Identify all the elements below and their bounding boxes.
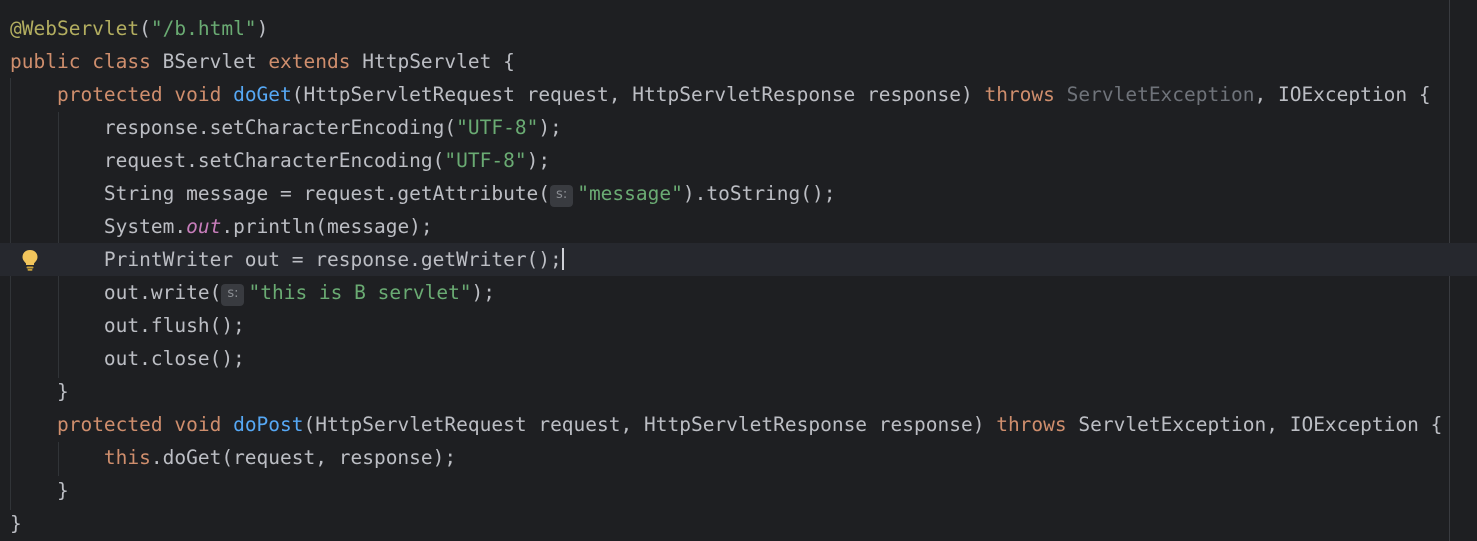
code-token: throws bbox=[996, 413, 1079, 436]
code-editor[interactable]: @WebServlet("/b.html") public class BServ… bbox=[0, 0, 1477, 541]
code-token: , IOException { bbox=[1254, 83, 1431, 106]
code-token: } bbox=[10, 380, 69, 403]
code-token: extends bbox=[268, 50, 363, 73]
code-token: "/b.html" bbox=[150, 17, 257, 40]
code-token: out.flush(); bbox=[10, 314, 245, 337]
code-token: ServletException bbox=[1066, 83, 1255, 106]
code-token: BServlet bbox=[162, 50, 269, 73]
code-token: protected bbox=[56, 413, 175, 436]
code-token: HttpServlet { bbox=[362, 50, 515, 73]
code-token: ); bbox=[471, 281, 496, 304]
parameter-hint: s: bbox=[550, 185, 574, 207]
code-token: ); bbox=[538, 116, 562, 139]
code-line[interactable]: } bbox=[0, 507, 22, 540]
code-token: public bbox=[10, 50, 93, 73]
code-token: } bbox=[10, 512, 22, 535]
code-token: (HttpServletRequest request, HttpServlet… bbox=[291, 83, 985, 106]
code-token: out.write( bbox=[10, 281, 222, 304]
code-token: ).toString(); bbox=[682, 182, 836, 205]
code-line[interactable]: out.close(); bbox=[0, 342, 245, 375]
code-line[interactable]: request.setCharacterEncoding("UTF-8"); bbox=[0, 144, 550, 177]
code-line[interactable]: @WebServlet("/b.html") bbox=[0, 12, 268, 45]
code-line-current[interactable]: PrintWriter out = response.getWriter(); bbox=[0, 243, 1477, 276]
code-token: class bbox=[92, 50, 163, 73]
lightbulb-icon[interactable] bbox=[20, 248, 40, 272]
code-line[interactable]: protected void doPost(HttpServletRequest… bbox=[0, 408, 1442, 441]
code-token: this bbox=[103, 446, 151, 469]
code-token: doPost bbox=[233, 413, 304, 436]
code-token: "this is B servlet" bbox=[248, 281, 472, 304]
code-line[interactable]: public class BServlet extends HttpServle… bbox=[0, 45, 515, 78]
text-caret bbox=[561, 248, 564, 270]
code-token: request.setCharacterEncoding( bbox=[10, 149, 445, 172]
code-token: void bbox=[174, 83, 234, 106]
code-token: "message" bbox=[577, 182, 683, 205]
code-token: response.setCharacterEncoding( bbox=[10, 116, 457, 139]
code-line[interactable]: out.flush(); bbox=[0, 309, 245, 342]
code-line[interactable]: out.write(s: "this is B servlet"); bbox=[0, 276, 495, 309]
code-token: ( bbox=[139, 17, 151, 40]
code-token: ); bbox=[526, 149, 551, 172]
code-token: String message = request.getAttribute( bbox=[10, 182, 551, 205]
code-line[interactable]: System.out.println(message); bbox=[0, 210, 433, 243]
code-token: (HttpServletRequest request, HttpServlet… bbox=[303, 413, 997, 436]
code-token: .println(message); bbox=[221, 215, 433, 238]
code-token: doGet bbox=[233, 83, 292, 106]
code-token: ServletException, IOException { bbox=[1078, 413, 1443, 436]
code-token: ) bbox=[256, 17, 269, 40]
code-token: throws bbox=[984, 83, 1067, 106]
code-line[interactable]: String message = request.getAttribute(s:… bbox=[0, 177, 836, 210]
code-token: "UTF-8" bbox=[444, 149, 527, 172]
parameter-hint: s: bbox=[221, 284, 245, 306]
code-token: protected bbox=[56, 83, 175, 106]
code-line[interactable]: } bbox=[0, 375, 69, 408]
code-token: out.close(); bbox=[10, 347, 245, 370]
code-line[interactable]: response.setCharacterEncoding("UTF-8"); bbox=[0, 111, 562, 144]
code-token: void bbox=[174, 413, 234, 436]
code-line[interactable]: this.doGet(request, response); bbox=[0, 441, 456, 474]
code-token: PrintWriter out = response.getWriter(); bbox=[10, 248, 562, 271]
code-line[interactable]: protected void doGet(HttpServletRequest … bbox=[0, 78, 1431, 111]
code-token: @WebServlet bbox=[10, 17, 140, 40]
code-line[interactable]: } bbox=[0, 474, 69, 507]
code-token: "UTF-8" bbox=[456, 116, 539, 139]
code-token: } bbox=[10, 479, 69, 502]
code-token: System. bbox=[10, 215, 187, 238]
code-token: .doGet(request, response); bbox=[150, 446, 457, 469]
code-token: out bbox=[186, 215, 222, 238]
